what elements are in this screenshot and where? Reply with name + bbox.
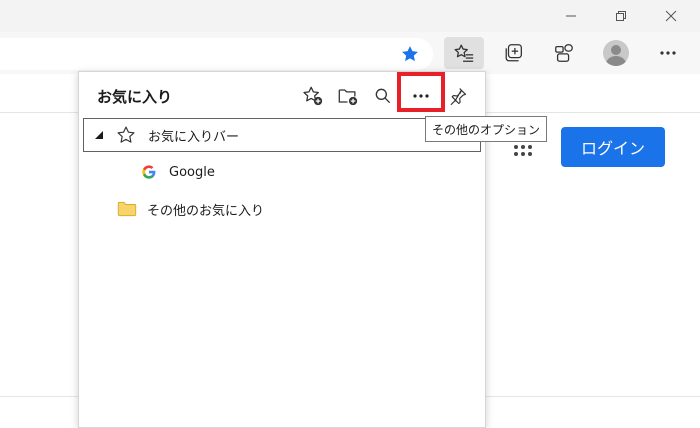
collections-button[interactable] bbox=[494, 37, 534, 69]
folder-icon bbox=[117, 201, 137, 217]
expand-triangle-icon[interactable] bbox=[94, 130, 104, 140]
favorites-panel: お気に入り その他のオプション お気に入りバー Google その他のお気に入り bbox=[78, 71, 548, 428]
settings-more-button[interactable] bbox=[648, 37, 688, 69]
favorite-star-button[interactable] bbox=[398, 42, 422, 66]
other-favorites-item[interactable]: その他のお気に入り bbox=[83, 192, 481, 226]
star-add-icon bbox=[303, 86, 323, 106]
extensions-button[interactable] bbox=[544, 37, 584, 69]
login-button[interactable]: ログイン bbox=[561, 127, 665, 167]
title-bar bbox=[0, 0, 700, 32]
minimize-button[interactable] bbox=[548, 0, 594, 32]
highlight-annotation bbox=[397, 72, 445, 112]
folder-add-icon bbox=[338, 89, 358, 106]
google-favorite-item[interactable]: Google bbox=[83, 155, 481, 189]
restore-button[interactable] bbox=[598, 0, 644, 32]
google-label: Google bbox=[169, 164, 215, 180]
pin-panel-button[interactable] bbox=[444, 82, 472, 110]
search-icon bbox=[375, 88, 391, 104]
profile-button[interactable] bbox=[596, 37, 636, 69]
avatar bbox=[603, 40, 629, 66]
close-icon bbox=[665, 10, 677, 22]
favorites-bar-item[interactable]: お気に入りバー bbox=[83, 118, 481, 152]
restore-icon bbox=[616, 11, 626, 21]
collections-icon bbox=[505, 44, 522, 62]
favorites-list-icon bbox=[454, 44, 474, 62]
other-favorites-label: その他のお気に入り bbox=[147, 203, 265, 219]
google-icon bbox=[142, 165, 156, 179]
ellipsis-icon bbox=[660, 51, 676, 55]
favorites-button[interactable] bbox=[444, 37, 484, 69]
minimize-icon bbox=[566, 15, 576, 17]
close-button[interactable] bbox=[648, 0, 694, 32]
search-favorites-button[interactable] bbox=[369, 82, 397, 110]
star-filled-icon bbox=[402, 46, 418, 62]
add-folder-button[interactable] bbox=[334, 82, 362, 110]
panel-title: お気に入り bbox=[97, 88, 173, 106]
more-options-tooltip: その他のオプション bbox=[425, 116, 548, 142]
address-bar[interactable] bbox=[0, 38, 433, 70]
add-favorite-button[interactable] bbox=[299, 82, 327, 110]
star-outline-icon bbox=[117, 126, 135, 143]
pin-icon bbox=[450, 88, 467, 106]
puzzle-icon bbox=[555, 44, 573, 62]
favorites-bar-label: お気に入りバー bbox=[148, 129, 240, 145]
